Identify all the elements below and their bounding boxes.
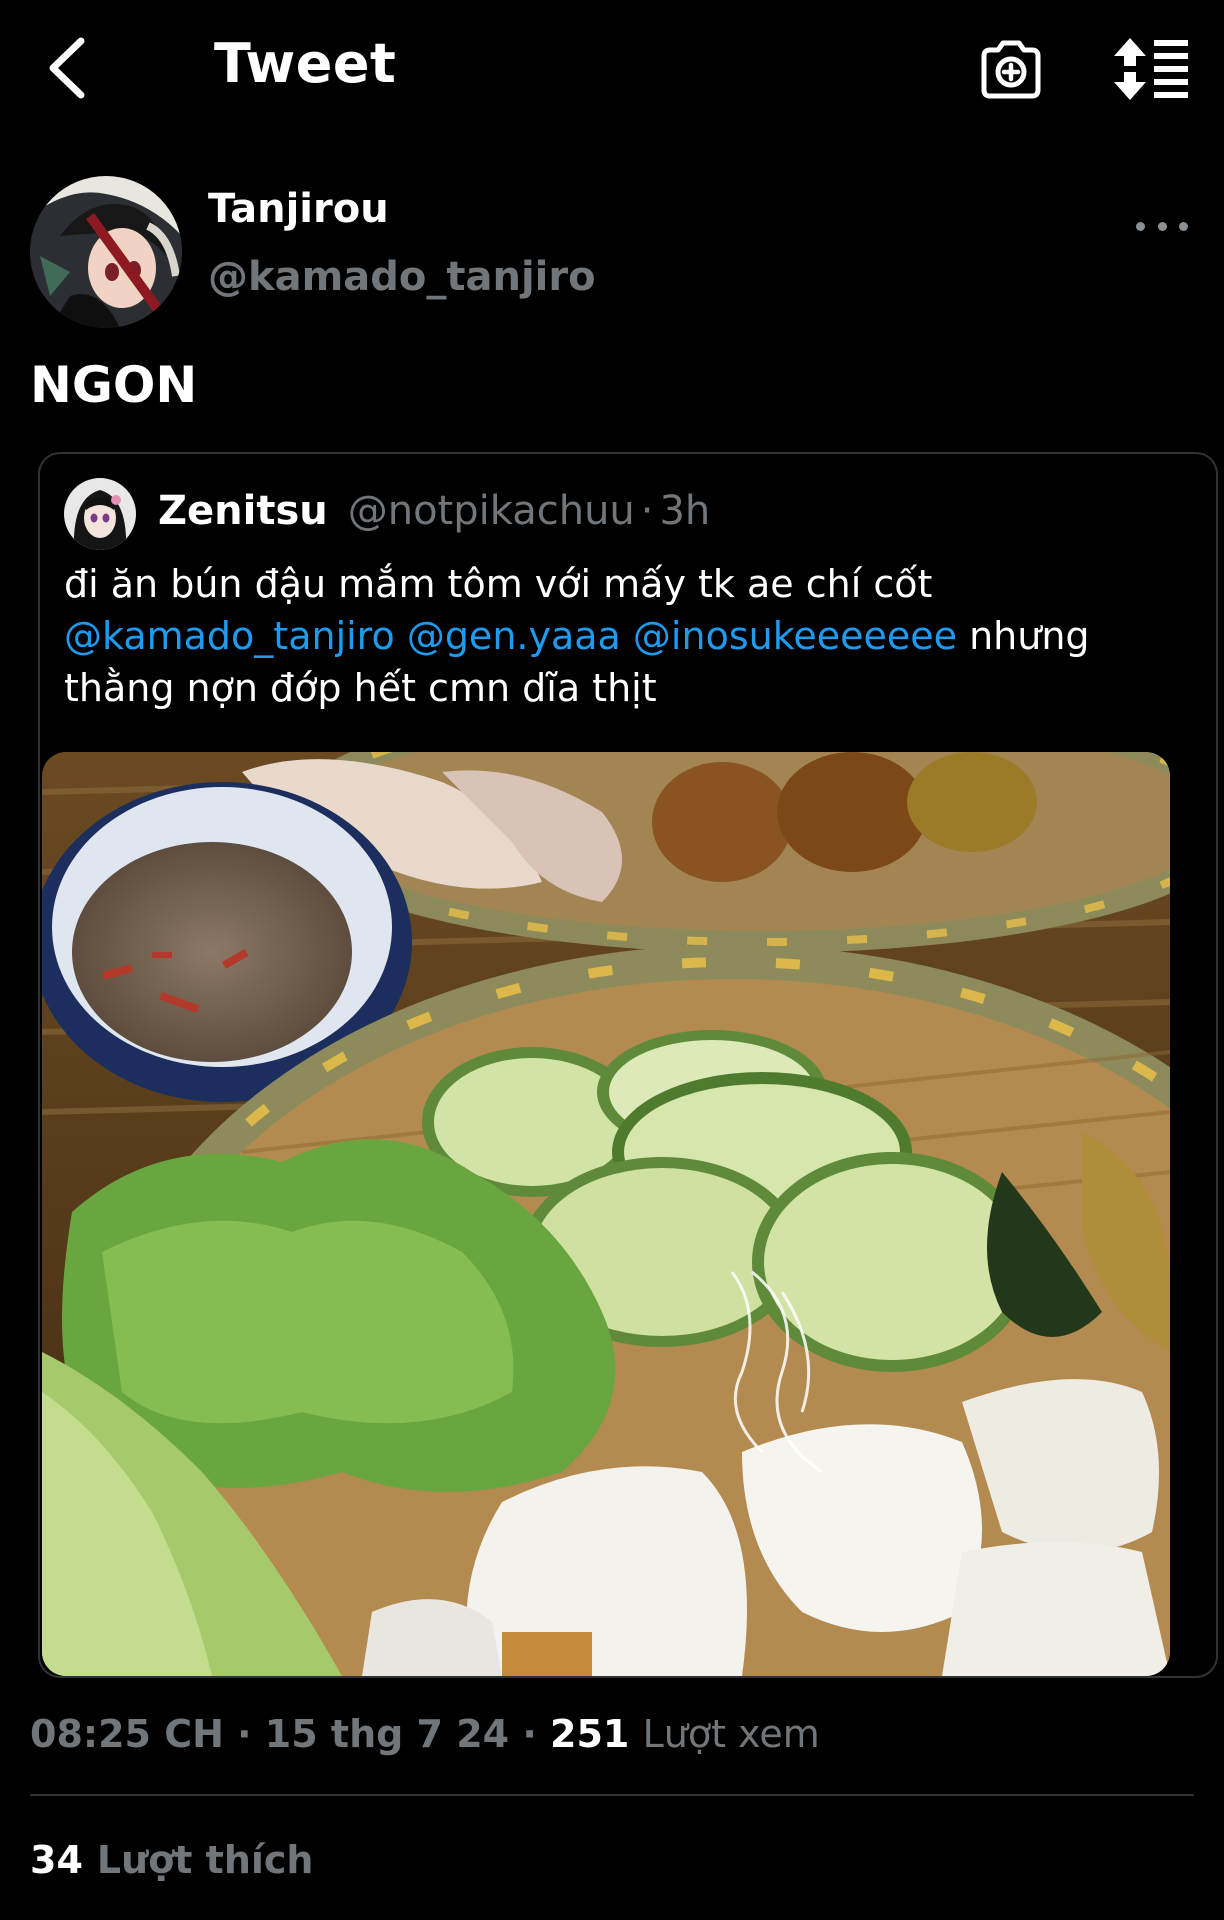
quoted-tweet-time: 3h — [659, 488, 711, 534]
chevron-left-icon — [49, 37, 85, 99]
author-avatar[interactable] — [30, 176, 182, 328]
likes-row[interactable]: 34 Lượt thích — [30, 1838, 313, 1882]
views-count[interactable]: 251 — [550, 1712, 629, 1756]
divider — [30, 1794, 1194, 1796]
dot — [1157, 221, 1167, 231]
quoted-text-line: thằng nợn đớp hết cmn dĩa thịt — [64, 666, 657, 710]
quoted-author-handle[interactable]: @notpikachuu — [348, 488, 635, 534]
quoted-author-name[interactable]: Zenitsu — [158, 488, 328, 534]
quoted-author-avatar[interactable] — [64, 478, 136, 550]
page-title: Tweet — [214, 32, 397, 95]
separator-dot: · — [522, 1712, 551, 1756]
author-name[interactable]: Tanjirou — [208, 186, 389, 232]
quoted-text-line: đi ăn bún đậu mắm tôm với mấy tk ae chí … — [64, 562, 933, 606]
camera-plus-icon — [981, 40, 1041, 99]
dot — [1136, 221, 1145, 231]
separator-dot: · — [640, 488, 654, 534]
sort-button[interactable] — [1112, 36, 1192, 102]
author-handle[interactable]: @kamado_tanjiro — [208, 254, 596, 300]
mention-link[interactable]: @inosukeeeeeee — [633, 614, 957, 658]
quoted-tweet-header: Zenitsu @notpikachuu · 3h — [158, 488, 710, 534]
quoted-text-fragment: nhưng — [969, 614, 1090, 658]
camera-button[interactable] — [978, 36, 1044, 102]
tweet-time: 08:25 CH — [30, 1712, 224, 1756]
avatar-image — [30, 176, 182, 328]
dot — [1179, 221, 1188, 231]
mention-link[interactable]: @kamado_tanjiro — [64, 614, 395, 658]
top-bar: Tweet — [0, 0, 1224, 140]
quoted-tweet-text: đi ăn bún đậu mắm tôm với mấy tk ae chí … — [64, 558, 1194, 714]
quoted-tweet-card[interactable]: Zenitsu @notpikachuu · 3h đi ăn bún đậu mắm… — [38, 452, 1218, 1678]
tweet-meta: 08:25 CH · 15 thg 7 24 · 251 Lượt xem — [30, 1712, 820, 1756]
views-label[interactable]: Lượt xem — [643, 1712, 820, 1756]
sort-lines-icon — [1114, 38, 1188, 100]
separator-dot: · — [237, 1712, 265, 1756]
quoted-tweet-photo[interactable] — [42, 752, 1170, 1676]
food-photo — [42, 752, 1170, 1676]
tweet-date: 15 thg 7 24 — [264, 1712, 510, 1756]
quoted-text-line: @kamado_tanjiro @gen.yaaa @inosukeeeeeee… — [64, 610, 1194, 662]
avatar-image — [64, 478, 136, 550]
likes-count[interactable]: 34 — [30, 1838, 83, 1882]
tweet-text: NGON — [30, 356, 198, 414]
likes-label[interactable]: Lượt thích — [97, 1838, 314, 1882]
mention-link[interactable]: @gen.yaaa — [407, 614, 621, 658]
more-options-button[interactable] — [1136, 206, 1188, 246]
back-button[interactable] — [38, 32, 96, 104]
